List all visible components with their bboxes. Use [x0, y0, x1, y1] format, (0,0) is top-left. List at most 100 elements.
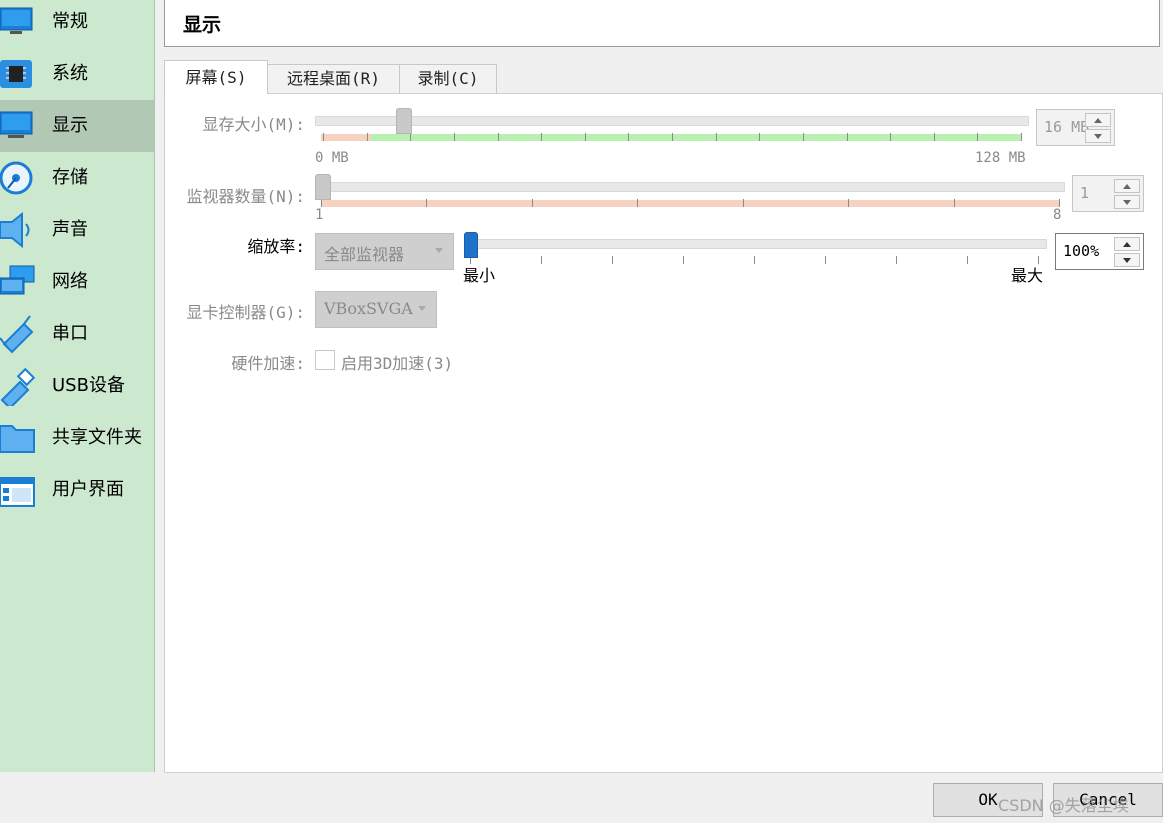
slider-tick [683, 256, 684, 264]
scale-factor-handle[interactable] [464, 232, 478, 258]
scale-factor-label: 缩放率: [247, 237, 305, 256]
slider-tick [933, 133, 935, 141]
slider-tick [759, 133, 761, 141]
graphics-controller-label: 显卡控制器(G): [186, 303, 305, 322]
tab-content-screen: 显存大小(M): 0 MB 128 MB 16 MB 监视器数量(N): 1 8… [164, 93, 1163, 773]
spin-up-button[interactable] [1085, 113, 1111, 127]
scale-factor-max-label: 最大 [1011, 266, 1044, 285]
graphics-controller-value: VBoxSVGA [324, 299, 413, 318]
slider-tick [754, 256, 755, 264]
video-memory-scale-green [371, 134, 1021, 141]
monitor-count-max-label: 8 [1053, 207, 1062, 223]
chevron-down-icon [1094, 133, 1102, 139]
chevron-down-icon [1123, 199, 1131, 205]
slider-tick [531, 199, 533, 207]
slider-tick [321, 199, 322, 207]
scale-factor-value: 100% [1063, 242, 1100, 260]
sidebar-item-audio[interactable]: 声音 [0, 204, 154, 256]
video-memory-max-label: 128 MB [975, 150, 1026, 166]
monitor-count-handle[interactable] [315, 174, 331, 200]
slider-tick [637, 199, 639, 207]
monitor-count-label: 监视器数量(N): [186, 187, 305, 206]
scale-factor-min-label: 最小 [463, 266, 496, 285]
sidebar-item-user-interface[interactable]: 用户界面 [0, 464, 154, 516]
scale-factor-monitor-select[interactable]: 全部监视器 [315, 233, 454, 270]
video-memory-scale-red [321, 134, 371, 141]
slider-tick [453, 133, 455, 141]
enable-3d-acceleration-checkbox[interactable] [315, 350, 335, 370]
user-interface-icon [0, 477, 35, 507]
slider-tick [977, 133, 979, 141]
scale-factor-monitor-value: 全部监视器 [324, 245, 405, 264]
sidebar-item-label: 串口 [52, 323, 88, 344]
spin-down-button[interactable] [1114, 195, 1140, 209]
storage-disk-icon [0, 161, 33, 195]
spin-down-button[interactable] [1114, 253, 1140, 267]
video-memory-handle[interactable] [395, 108, 412, 134]
slider-tick [366, 133, 368, 141]
page-title: 显示 [183, 14, 222, 36]
graphics-controller-select[interactable]: VBoxSVGA [315, 291, 437, 328]
sidebar-item-display[interactable]: 显示 [0, 100, 154, 152]
slider-tick [1059, 199, 1060, 207]
sidebar-item-label: 常规 [52, 11, 88, 32]
sidebar-item-serial-port[interactable]: 串口 [0, 308, 154, 360]
monitor-count-groove [315, 182, 1065, 192]
settings-sidebar: 常规 系统 显示 存储 声音 网络 串口 USB设备 共享文件夹 用户界面 [0, 0, 155, 772]
watermark-text: CSDN @失落尘埃 [998, 796, 1129, 815]
section-header: 显示 [164, 0, 1160, 47]
slider-tick [323, 133, 324, 141]
enable-3d-acceleration-label[interactable]: 启用3D加速(3) [341, 350, 453, 374]
slider-tick [584, 133, 586, 141]
spin-up-button[interactable] [1114, 179, 1140, 193]
tab-screen[interactable]: 屏幕(S) [164, 60, 268, 94]
system-chip-icon [0, 60, 32, 88]
slider-tick [628, 133, 630, 141]
slider-tick [848, 199, 850, 207]
sidebar-item-label: 存储 [52, 167, 88, 188]
audio-speaker-icon [0, 211, 30, 249]
sidebar-item-label: 用户界面 [52, 479, 124, 500]
chevron-down-icon [418, 306, 426, 311]
sidebar-item-general[interactable]: 常规 [0, 0, 154, 48]
sidebar-item-shared-folders[interactable]: 共享文件夹 [0, 412, 154, 464]
video-memory-min-label: 0 MB [315, 150, 349, 166]
slider-tick [410, 133, 412, 141]
tab-remote-display[interactable]: 远程桌面(R) [267, 64, 400, 94]
chevron-up-icon [1094, 117, 1102, 123]
spin-up-button[interactable] [1114, 237, 1140, 251]
chevron-down-icon [1123, 257, 1131, 263]
video-memory-groove [315, 116, 1029, 126]
sidebar-item-label: 网络 [52, 271, 88, 292]
scale-factor-spinbox[interactable]: 100% [1055, 233, 1144, 270]
chevron-up-icon [1123, 241, 1131, 247]
sidebar-item-system[interactable]: 系统 [0, 48, 154, 100]
sidebar-item-label: 声音 [52, 219, 88, 240]
slider-tick [967, 256, 968, 264]
tab-recording[interactable]: 录制(C) [399, 64, 497, 94]
slider-tick [802, 133, 804, 141]
sidebar-item-label: 共享文件夹 [52, 427, 142, 448]
spin-down-button[interactable] [1085, 129, 1111, 143]
sidebar-item-network[interactable]: 网络 [0, 256, 154, 308]
slider-tick [715, 133, 717, 141]
video-memory-spinbox[interactable]: 16 MB [1036, 109, 1115, 146]
slider-tick [672, 133, 673, 141]
sidebar-item-storage[interactable]: 存储 [0, 152, 154, 204]
monitor-count-scale [321, 200, 1059, 207]
shared-folder-icon [0, 425, 35, 453]
monitor-count-value: 1 [1080, 184, 1090, 202]
network-icon [0, 265, 35, 295]
slider-tick [846, 133, 848, 141]
sidebar-item-label: USB设备 [52, 375, 125, 396]
slider-tick [1021, 133, 1022, 141]
scale-factor-groove [465, 239, 1047, 249]
video-memory-label: 显存大小(M): [202, 115, 305, 134]
chevron-up-icon [1123, 183, 1131, 189]
video-memory-value: 16 MB [1044, 118, 1090, 136]
monitor-count-spinbox[interactable]: 1 [1072, 175, 1144, 212]
slider-tick [426, 199, 428, 207]
acceleration-label: 硬件加速: [231, 354, 305, 373]
chevron-down-icon [435, 248, 443, 253]
sidebar-item-usb[interactable]: USB设备 [0, 360, 154, 412]
